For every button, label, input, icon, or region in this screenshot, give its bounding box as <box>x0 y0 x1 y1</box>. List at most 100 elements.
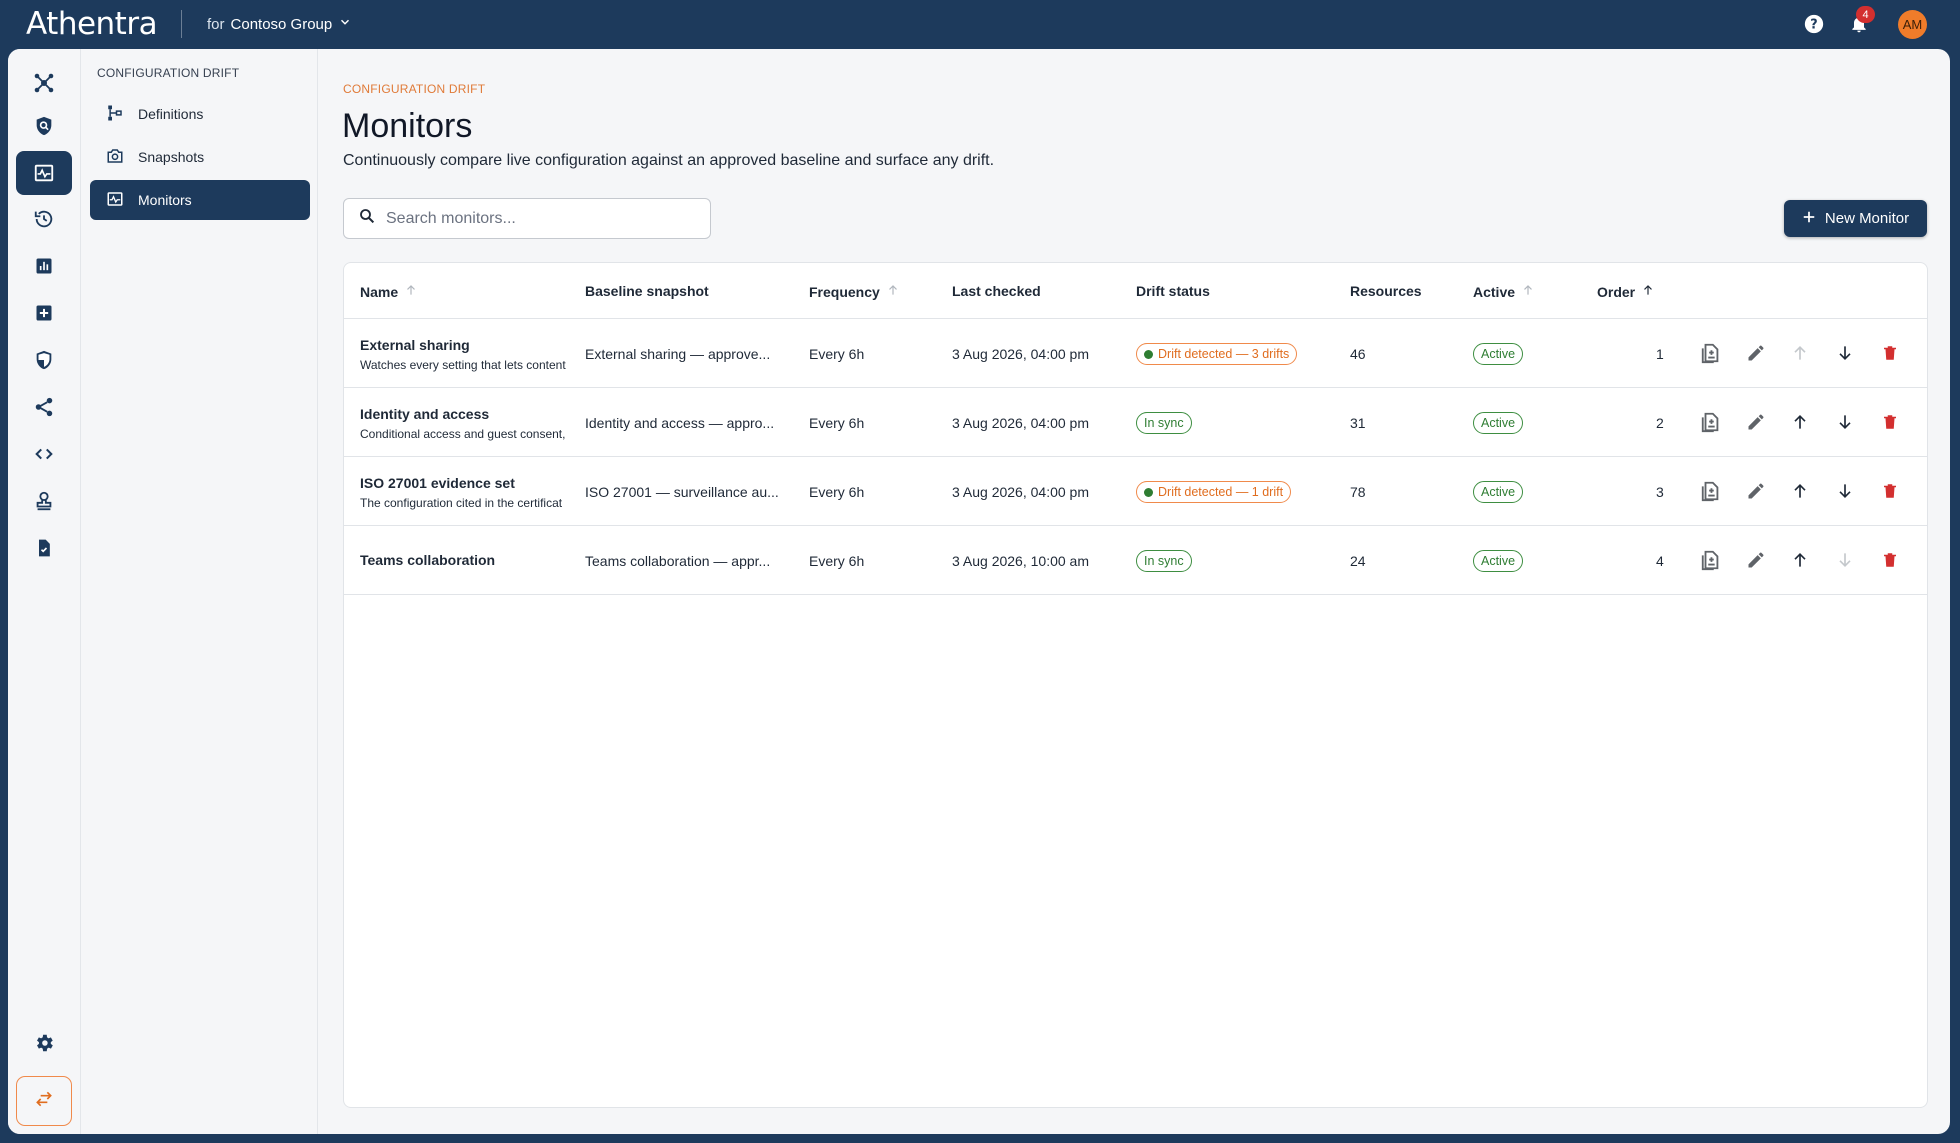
snapshot-file-icon[interactable] <box>1699 341 1723 365</box>
column-header-baseline: Baseline snapshot <box>585 283 709 299</box>
snapshot-file-icon[interactable] <box>1699 479 1723 503</box>
svg-text:?: ? <box>1810 18 1817 33</box>
settings-icon[interactable] <box>16 1021 72 1065</box>
delete-icon[interactable] <box>1878 410 1902 434</box>
breadcrumb[interactable]: CONFIGURATION DRIFT <box>343 82 485 96</box>
drift-status-badge: In sync <box>1136 412 1192 434</box>
frequency: Every 6h <box>809 346 865 362</box>
resource-count: 78 <box>1350 484 1366 500</box>
move-down-icon[interactable] <box>1833 410 1857 434</box>
camera-icon <box>106 147 124 168</box>
drift-status-badge: Drift detected — 1 drift <box>1136 481 1292 503</box>
move-up-icon[interactable] <box>1788 479 1812 503</box>
order-number: 1 <box>1656 346 1664 362</box>
monitor-description: Watches every setting that lets content <box>360 358 566 372</box>
frequency: Every 6h <box>809 415 865 431</box>
tenant-switcher[interactable]: for Contoso Group <box>207 15 352 33</box>
monitor-icon[interactable] <box>16 151 72 195</box>
snapshot-file-icon[interactable] <box>1699 548 1723 572</box>
tree-icon <box>106 104 124 125</box>
order-number: 4 <box>1656 553 1664 569</box>
drift-status-badge: Drift detected — 3 drifts <box>1136 343 1298 365</box>
table-row[interactable]: External sharing Watches every setting t… <box>344 319 1927 388</box>
app-logo[interactable]: Athentra <box>26 6 158 42</box>
new-monitor-label: New Monitor <box>1824 210 1910 227</box>
delete-icon[interactable] <box>1878 548 1902 572</box>
delete-icon[interactable] <box>1878 341 1902 365</box>
swap-button[interactable] <box>16 1076 72 1126</box>
search-box[interactable] <box>343 198 711 239</box>
move-up-icon[interactable] <box>1788 548 1812 572</box>
subnav-item-snapshots[interactable]: Snapshots <box>90 137 310 177</box>
subnav-item-definitions[interactable]: Definitions <box>90 94 310 134</box>
delete-icon[interactable] <box>1878 479 1902 503</box>
baseline-snapshot: Identity and access — appro... <box>585 415 775 431</box>
move-up-icon[interactable] <box>1788 410 1812 434</box>
column-header-resources: Resources <box>1350 283 1422 299</box>
table-row[interactable]: Identity and access Conditional access a… <box>344 388 1927 457</box>
last-checked: 3 Aug 2026, 04:00 pm <box>952 484 1089 500</box>
main-content: CONFIGURATION DRIFT Monitors Continuousl… <box>319 49 1950 1134</box>
new-monitor-button[interactable]: New Monitor <box>1784 200 1927 237</box>
baseline-snapshot: ISO 27001 — surveillance au... <box>585 484 779 500</box>
app-window: CONFIGURATION DRIFT Definitions Snapshot… <box>8 49 1950 1134</box>
subnav-item-label: Monitors <box>138 192 192 208</box>
notification-badge: 4 <box>1856 6 1875 23</box>
monitor-icon <box>106 190 124 211</box>
order-number: 3 <box>1656 484 1664 500</box>
status-dot <box>1144 349 1153 359</box>
active-badge: Active <box>1473 550 1524 572</box>
last-checked: 3 Aug 2026, 04:00 pm <box>952 346 1089 362</box>
table-row[interactable]: Teams collaboration Teams collaboration … <box>344 526 1927 595</box>
edit-icon[interactable] <box>1744 341 1768 365</box>
move-down-icon[interactable] <box>1833 341 1857 365</box>
sort-arrow-icon <box>1641 283 1655 300</box>
snapshot-file-icon[interactable] <box>1699 410 1723 434</box>
subnav-title: CONFIGURATION DRIFT <box>97 66 240 80</box>
last-checked: 3 Aug 2026, 04:00 pm <box>952 415 1089 431</box>
edit-icon[interactable] <box>1744 410 1768 434</box>
search-input[interactable] <box>386 209 686 228</box>
avatar[interactable]: AM <box>1898 10 1927 39</box>
order-number: 2 <box>1656 415 1664 431</box>
divider <box>181 10 182 38</box>
security-icon[interactable] <box>16 338 72 382</box>
swap-icon <box>34 1089 54 1114</box>
column-header-active[interactable]: Active <box>1473 283 1535 300</box>
tenant-name: Contoso Group <box>230 15 333 33</box>
edit-icon[interactable] <box>1744 548 1768 572</box>
edit-icon[interactable] <box>1744 479 1768 503</box>
subnav-item-monitors[interactable]: Monitors <box>90 180 310 220</box>
tenant-prefix: for <box>207 15 225 33</box>
last-checked: 3 Aug 2026, 10:00 am <box>952 553 1089 569</box>
share-icon[interactable] <box>16 385 72 429</box>
active-badge: Active <box>1473 412 1524 434</box>
code-icon[interactable] <box>16 432 72 476</box>
stamp-icon[interactable] <box>16 479 72 523</box>
task-icon[interactable] <box>16 526 72 570</box>
column-header-drift-status: Drift status <box>1136 283 1210 299</box>
baseline-snapshot: External sharing — approve... <box>585 346 771 362</box>
monitor-name: Identity and access <box>360 406 490 422</box>
baseline-snapshot: Teams collaboration — appr... <box>585 553 771 569</box>
shield-search-icon[interactable] <box>16 104 72 148</box>
column-header-order[interactable]: Order <box>1597 283 1655 300</box>
column-header-last-checked: Last checked <box>952 283 1041 299</box>
column-header-frequency[interactable]: Frequency <box>809 283 900 300</box>
move-down-icon[interactable] <box>1833 548 1857 572</box>
bar-chart-icon[interactable] <box>16 244 72 288</box>
monitor-name: Teams collaboration <box>360 552 496 568</box>
help-icon[interactable]: ? <box>1802 12 1826 36</box>
active-badge: Active <box>1473 481 1524 503</box>
subnav-item-label: Snapshots <box>138 149 205 165</box>
hub-icon[interactable] <box>16 61 72 105</box>
history-icon[interactable] <box>16 197 72 241</box>
table-row[interactable]: ISO 27001 evidence set The configuration… <box>344 457 1927 526</box>
add-box-icon[interactable] <box>16 291 72 335</box>
subnav-item-label: Definitions <box>138 106 204 122</box>
move-down-icon[interactable] <box>1833 479 1857 503</box>
move-up-icon[interactable] <box>1788 341 1812 365</box>
chevron-down-icon <box>338 15 352 33</box>
column-header-name[interactable]: Name <box>360 283 418 300</box>
table-header: Name Baseline snapshot Frequency Last ch… <box>344 263 1927 319</box>
